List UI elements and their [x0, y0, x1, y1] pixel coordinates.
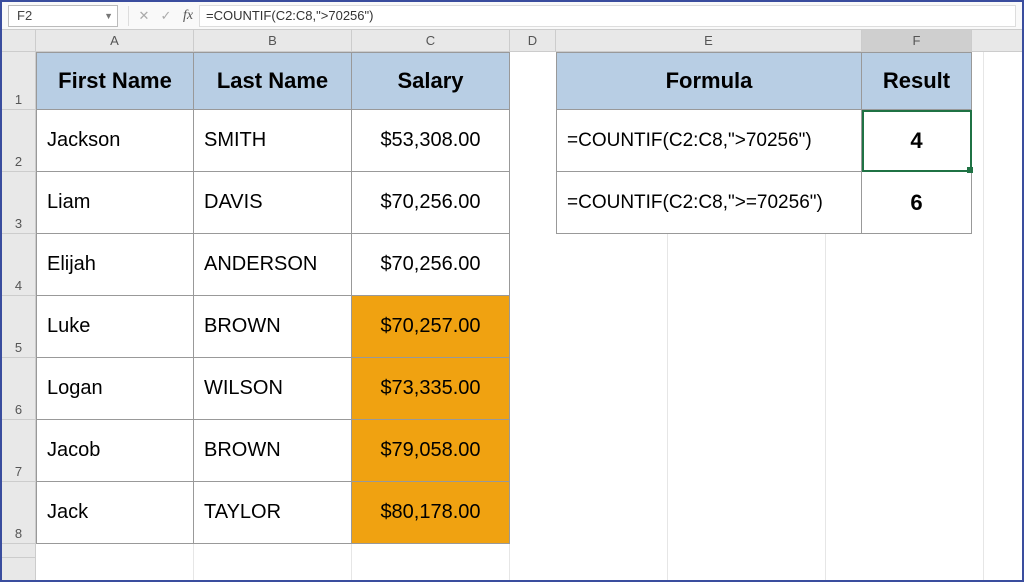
fx-icon[interactable]: fx — [177, 8, 199, 24]
cell-result-2[interactable]: 6 — [862, 172, 972, 234]
cell-last-5[interactable]: WILSON — [194, 358, 352, 420]
row-header-3[interactable]: 3 — [2, 172, 35, 234]
cells-area[interactable]: First Name Last Name Salary Formula Resu… — [36, 52, 1022, 580]
col-header-f[interactable]: F — [862, 30, 972, 51]
cell-last-1[interactable]: SMITH — [194, 110, 352, 172]
header-result[interactable]: Result — [862, 52, 972, 110]
formula-bar: F2 ▼ ✕ ✓ fx =COUNTIF(C2:C8,">70256") — [2, 2, 1022, 30]
row-header-2[interactable]: 2 — [2, 110, 35, 172]
cancel-icon[interactable]: ✕ — [133, 8, 155, 24]
header-last-name[interactable]: Last Name — [194, 52, 352, 110]
cell-salary-6[interactable]: $79,058.00 — [352, 420, 510, 482]
row-header-7[interactable]: 7 — [2, 420, 35, 482]
cell-first-6[interactable]: Jacob — [36, 420, 194, 482]
cell-last-7[interactable]: TAYLOR — [194, 482, 352, 544]
cell-last-3[interactable]: ANDERSON — [194, 234, 352, 296]
col-header-c[interactable]: C — [352, 30, 510, 51]
column-headers: A B C D E F — [2, 30, 1022, 52]
cell-last-4[interactable]: BROWN — [194, 296, 352, 358]
name-box[interactable]: F2 ▼ — [8, 5, 118, 27]
col-header-d[interactable]: D — [510, 30, 556, 51]
cell-salary-2[interactable]: $70,256.00 — [352, 172, 510, 234]
cell-first-7[interactable]: Jack — [36, 482, 194, 544]
chevron-down-icon[interactable]: ▼ — [104, 11, 113, 21]
col-header-b[interactable]: B — [194, 30, 352, 51]
row-header-5[interactable]: 5 — [2, 296, 35, 358]
row-headers: 1 2 3 4 5 6 7 8 — [2, 52, 36, 580]
formula-input-value: =COUNTIF(C2:C8,">70256") — [206, 8, 373, 23]
cell-salary-1[interactable]: $53,308.00 — [352, 110, 510, 172]
cell-salary-5[interactable]: $73,335.00 — [352, 358, 510, 420]
cell-result-1[interactable]: 4 — [862, 110, 972, 172]
name-box-value: F2 — [17, 8, 32, 23]
row-header-9[interactable] — [2, 544, 35, 558]
cell-last-2[interactable]: DAVIS — [194, 172, 352, 234]
select-all-corner[interactable] — [2, 30, 36, 51]
row-header-4[interactable]: 4 — [2, 234, 35, 296]
spreadsheet-grid: A B C D E F 1 2 3 4 5 6 7 8 First Name L… — [2, 30, 1022, 580]
header-first-name[interactable]: First Name — [36, 52, 194, 110]
cell-last-6[interactable]: BROWN — [194, 420, 352, 482]
header-formula[interactable]: Formula — [556, 52, 862, 110]
cell-salary-7[interactable]: $80,178.00 — [352, 482, 510, 544]
formula-input[interactable]: =COUNTIF(C2:C8,">70256") — [199, 5, 1016, 27]
cell-first-3[interactable]: Elijah — [36, 234, 194, 296]
cell-salary-4[interactable]: $70,257.00 — [352, 296, 510, 358]
row-header-6[interactable]: 6 — [2, 358, 35, 420]
cell-first-2[interactable]: Liam — [36, 172, 194, 234]
cell-first-4[interactable]: Luke — [36, 296, 194, 358]
col-header-e[interactable]: E — [556, 30, 862, 51]
cell-first-5[interactable]: Logan — [36, 358, 194, 420]
header-salary[interactable]: Salary — [352, 52, 510, 110]
col-header-a[interactable]: A — [36, 30, 194, 51]
cell-salary-3[interactable]: $70,256.00 — [352, 234, 510, 296]
cell-formula-1[interactable]: =COUNTIF(C2:C8,">70256") — [556, 110, 862, 172]
row-header-1[interactable]: 1 — [2, 52, 35, 110]
cell-formula-2[interactable]: =COUNTIF(C2:C8,">=70256") — [556, 172, 862, 234]
check-icon[interactable]: ✓ — [155, 8, 177, 24]
row-header-8[interactable]: 8 — [2, 482, 35, 544]
separator — [128, 6, 129, 26]
cell-first-1[interactable]: Jackson — [36, 110, 194, 172]
